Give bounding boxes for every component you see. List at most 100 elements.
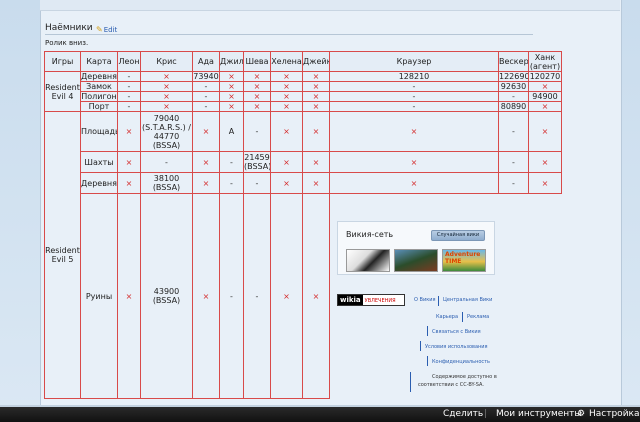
license-text-2: соответствии с CC-BY-SA. (418, 382, 484, 388)
score-cell: - (219, 172, 244, 194)
column-header: Краузер (329, 51, 499, 72)
score-cell: 122690 (498, 71, 529, 82)
score-cell: × (302, 81, 330, 92)
table-header-row: Игры Карта Леон Крис Ада Джил Шева Хелена Джейк К… (44, 51, 562, 72)
score-cell: × (302, 193, 330, 399)
score-cell: - (140, 151, 193, 173)
score-cell: × (329, 172, 499, 194)
score-cell: × (243, 81, 271, 92)
gear-icon[interactable]: ⚙ (577, 409, 585, 419)
score-cell: × (270, 91, 303, 102)
table-row: Resident Evil 5 Площадь × 79040 (S.T.A.R.S.… (44, 111, 562, 399)
map-cell: Шахты (80, 151, 118, 173)
table-row: Полигон - × - × × × × - -94900 (45, 91, 562, 102)
map-cell: Деревня (80, 172, 118, 194)
score-cell: - (117, 81, 141, 92)
table-row: Шахты × - × -21459 (BSSA) × × × - × (45, 151, 562, 173)
thumb-caption: Adventure TIME (445, 251, 481, 265)
map-cell: Деревня (80, 71, 118, 82)
score-cell: 120270 (528, 71, 562, 82)
score-cell: × (219, 71, 244, 82)
score-cell: - (243, 193, 271, 399)
score-cell: × (270, 172, 303, 194)
score-cell: 21459 (BSSA) (243, 151, 271, 173)
wikia-logo-sub: УВЛЕЧЕНИЯ (364, 298, 396, 304)
edit-label: Edit (103, 26, 118, 34)
footer-link-careers[interactable]: Карьера (436, 314, 458, 320)
score-cell: - (117, 91, 141, 102)
score-cell: - (192, 91, 220, 102)
wikia-toolbar: Сделить | Мои инструменты ⚙ Настройка (0, 407, 640, 422)
score-cell: × (270, 151, 303, 173)
random-wiki-button[interactable]: Случайная вики (431, 230, 485, 241)
wikia-network-title: Викия-сеть (346, 230, 394, 239)
footer-link-privacy[interactable]: Конфиденциальность (432, 359, 490, 365)
table-row: Resident Evil 4 Деревня - × 73940 × × × × 128210 1… (44, 71, 562, 112)
footer-link-contact[interactable]: Связаться с Викия (432, 329, 481, 335)
score-cell: × (192, 111, 220, 152)
score-cell: × (329, 111, 499, 152)
footer-separator (410, 372, 411, 392)
section-rule (45, 34, 533, 35)
edit-link[interactable]: ✎Edit (96, 25, 117, 34)
footer-separator (427, 326, 428, 336)
score-cell: - (498, 151, 529, 173)
score-cell: - (192, 101, 220, 112)
footer-link-ads[interactable]: Реклама (467, 314, 489, 320)
column-header: Игры (44, 51, 81, 72)
map-cell: Полигон (80, 91, 118, 102)
score-cell: × (219, 91, 244, 102)
score-cell: × (528, 151, 562, 173)
score-cell: × (270, 111, 303, 152)
wikia-logo[interactable]: wikia УВЛЕЧЕНИЯ (337, 294, 405, 306)
wiki-thumbnail[interactable] (394, 249, 438, 272)
score-cell: × (140, 71, 193, 82)
score-cell: - (498, 172, 529, 194)
score-cell: × (270, 101, 303, 112)
my-tools-button[interactable]: Мои инструменты (496, 409, 582, 420)
footer-separator (462, 312, 463, 322)
game-cell: Resident Evil 4 (44, 71, 81, 112)
score-cell: × (302, 111, 330, 152)
top-strip (40, 0, 620, 11)
share-button[interactable]: Сделить (443, 409, 483, 420)
footer-link-central[interactable]: Центральная Вики (443, 297, 492, 303)
column-header: Шева (243, 51, 271, 72)
column-header: Ханк (агент) (528, 51, 562, 72)
wiki-thumbnail[interactable] (346, 249, 390, 272)
wiki-thumbnail[interactable]: Adventure TIME (442, 249, 486, 272)
score-cell: × (117, 172, 141, 194)
score-cell: A (219, 111, 244, 152)
score-cell: × (329, 151, 499, 173)
score-cell: × (192, 193, 220, 399)
score-cell: × (302, 71, 330, 82)
score-cell: × (243, 101, 271, 112)
footer-link-about[interactable]: О Викия (414, 297, 435, 303)
score-cell: × (528, 111, 562, 152)
score-cell: - (329, 81, 499, 92)
footer-separator (438, 296, 439, 306)
score-cell: × (219, 81, 244, 92)
score-cell: - (219, 193, 244, 399)
score-cell: - (219, 151, 244, 173)
score-cell: × (270, 81, 303, 92)
section-note: Ролик вниз. (45, 39, 89, 47)
score-cell: × (528, 172, 562, 194)
score-cell: 38100 (BSSA) (140, 172, 193, 194)
score-cell: × (192, 172, 220, 194)
score-cell: × (528, 81, 562, 92)
score-cell: × (219, 101, 244, 112)
footer-link-terms[interactable]: Условия использования (425, 344, 488, 350)
score-cell: × (192, 151, 220, 173)
column-header: Хелена (270, 51, 303, 72)
column-header: Ада (192, 51, 220, 72)
wikia-wordmark: wikia (338, 295, 363, 305)
score-cell: 43900 (BSSA) (140, 193, 193, 399)
column-header: Вескер (498, 51, 529, 72)
score-cell: - (117, 101, 141, 112)
column-header: Леон (117, 51, 141, 72)
table-row: Замок - × - × × × × -92630 × (45, 81, 562, 92)
score-cell: 94900 (528, 91, 562, 102)
footer-separator (420, 341, 421, 351)
customize-button[interactable]: Настройка (589, 409, 640, 420)
